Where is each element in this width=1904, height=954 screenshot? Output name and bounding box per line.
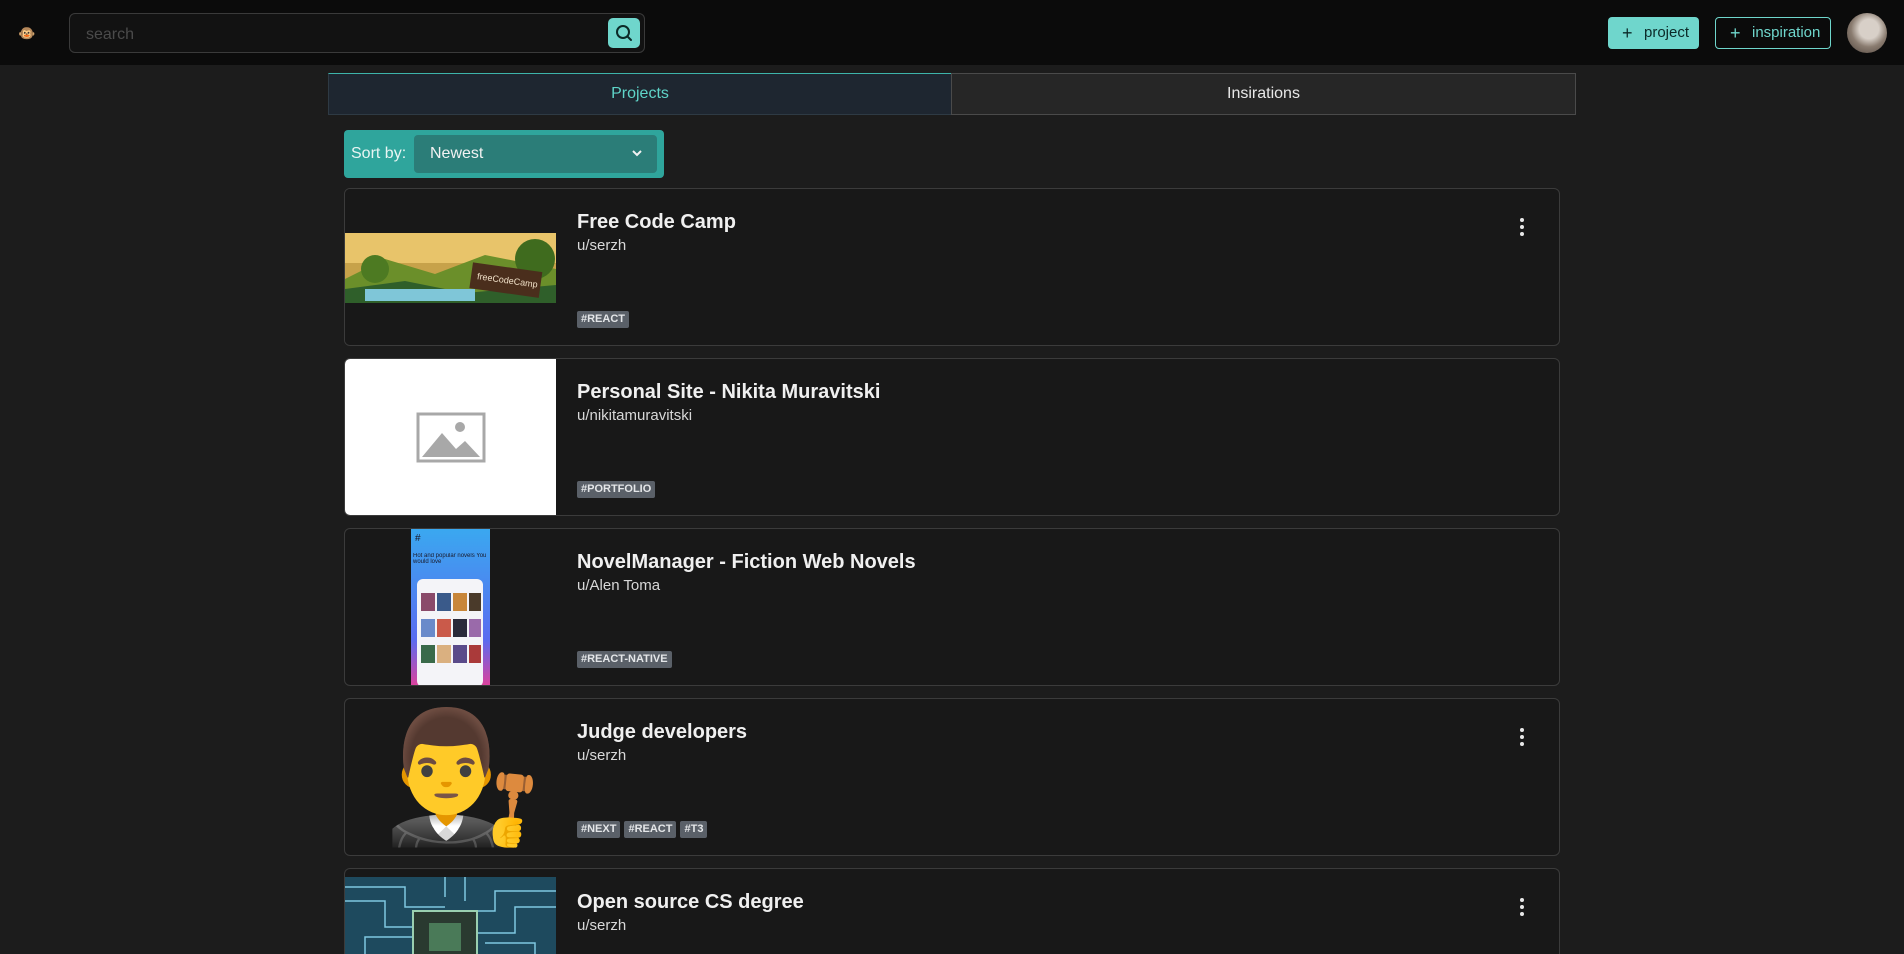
more-options-icon[interactable] xyxy=(1519,897,1525,917)
search-button[interactable] xyxy=(608,18,640,48)
chevron-down-icon xyxy=(632,150,642,157)
tag-badge[interactable]: #T3 xyxy=(680,821,708,838)
tag-badge[interactable]: #REACT xyxy=(624,821,677,838)
project-tags: #NEXT #REACT #T3 xyxy=(577,819,711,838)
project-author[interactable]: u/serzh xyxy=(577,237,626,254)
project-thumbnail: 👨‍⚖️ xyxy=(345,699,556,855)
project-author[interactable]: u/nikitamuravitski xyxy=(577,407,692,424)
project-title[interactable]: Open source CS degree xyxy=(577,891,804,914)
project-card[interactable]: # Hot and popular novels You would love … xyxy=(344,528,1560,686)
image-placeholder-icon xyxy=(416,412,486,463)
project-card[interactable]: Personal Site - Nikita Muravitski u/niki… xyxy=(344,358,1560,516)
tab-inspirations[interactable]: Insirations xyxy=(951,73,1576,115)
project-thumbnail: # Hot and popular novels You would love xyxy=(345,529,556,685)
tag-badge[interactable]: #REACT xyxy=(577,311,630,328)
project-card[interactable]: 👨‍⚖️ Judge developers u/serzh #NEXT #REAC… xyxy=(344,698,1560,856)
user-avatar[interactable] xyxy=(1847,13,1887,53)
project-thumbnail xyxy=(345,359,556,515)
project-author[interactable]: u/serzh xyxy=(577,917,626,934)
top-navbar: 🐵 + project + inspiration xyxy=(0,0,1904,65)
content-tabs: Projects Insirations xyxy=(328,73,1576,115)
new-project-button[interactable]: + project xyxy=(1608,17,1699,49)
tag-badge[interactable]: #NEXT xyxy=(577,821,621,838)
judge-emoji: 👨‍⚖️ xyxy=(383,706,543,849)
more-options-icon[interactable] xyxy=(1519,727,1525,747)
sort-select[interactable]: Newest xyxy=(414,135,657,173)
plus-icon: + xyxy=(1730,23,1741,43)
new-inspiration-button[interactable]: + inspiration xyxy=(1715,17,1831,49)
tag-badge[interactable]: #REACT-NATIVE xyxy=(577,651,672,668)
plus-icon: + xyxy=(1622,23,1633,43)
project-title[interactable]: Personal Site - Nikita Muravitski xyxy=(577,381,880,404)
more-options-icon[interactable] xyxy=(1519,217,1525,237)
project-tags: #REACT xyxy=(577,309,633,328)
project-card[interactable]: Open source CS degree u/serzh xyxy=(344,868,1560,954)
app-logo-icon[interactable]: 🐵 xyxy=(18,24,36,42)
sort-label: Sort by: xyxy=(351,145,407,162)
project-author[interactable]: u/Alen Toma xyxy=(577,577,660,594)
tab-projects[interactable]: Projects xyxy=(328,73,952,115)
project-tags: #REACT-NATIVE xyxy=(577,649,676,668)
project-author[interactable]: u/serzh xyxy=(577,747,626,764)
project-title[interactable]: NovelManager - Fiction Web Novels xyxy=(577,551,916,574)
sort-selected-value: Newest xyxy=(430,145,484,162)
project-title[interactable]: Judge developers xyxy=(577,721,747,744)
project-tags: #PORTFOLIO xyxy=(577,479,659,498)
project-title[interactable]: Free Code Camp xyxy=(577,211,736,234)
search-bar xyxy=(69,13,645,53)
svg-text:#: # xyxy=(415,533,421,544)
sort-control: Sort by: Newest xyxy=(344,130,664,178)
search-input[interactable] xyxy=(84,22,568,48)
project-thumbnail: freeCodeCamp xyxy=(345,189,556,345)
search-icon xyxy=(616,25,632,41)
new-project-label: project xyxy=(1644,24,1690,41)
new-inspiration-label: inspiration xyxy=(1752,24,1821,41)
project-thumbnail xyxy=(345,877,556,954)
tag-badge[interactable]: #PORTFOLIO xyxy=(577,481,656,498)
thumbnail-caption: Hot and popular novels You would love xyxy=(413,553,487,565)
project-card[interactable]: freeCodeCamp Free Code Camp u/serzh #REA… xyxy=(344,188,1560,346)
